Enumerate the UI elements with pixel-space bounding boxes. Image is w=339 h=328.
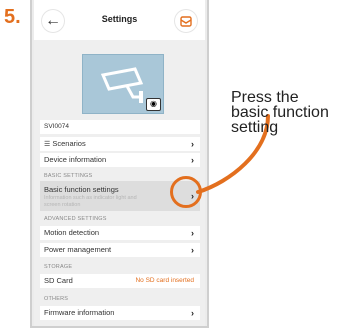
camera-image: ◉ <box>82 54 164 114</box>
chevron-right-icon: › <box>191 308 194 318</box>
box-icon <box>180 16 192 27</box>
firmware-information-row[interactable]: Firmware information › <box>40 306 200 320</box>
basic-function-description: Information such as indicator light and … <box>44 195 137 208</box>
scenarios-row[interactable]: ☰ Scenarios › <box>40 137 200 151</box>
section-storage: STORAGE <box>44 264 73 270</box>
top-bar: ← Settings <box>34 0 205 40</box>
scenarios-label: Scenarios <box>52 139 86 148</box>
power-management-label: Power management <box>44 245 112 254</box>
chevron-right-icon: › <box>191 245 194 255</box>
power-management-row[interactable]: Power management › <box>40 243 200 257</box>
annotation-text: Press the basic function setting <box>231 89 329 136</box>
motion-detection-label: Motion detection <box>44 228 100 237</box>
chevron-right-icon: › <box>191 228 194 238</box>
section-basic-settings: BASIC SETTINGS <box>44 173 93 179</box>
step-number: 5. <box>4 6 21 28</box>
phone-screen: ← Settings ◉ SVI0074 ☰ Scenarios › Devic… <box>30 0 209 328</box>
device-name-field: SVI0074 <box>40 120 200 134</box>
section-advanced-settings: ADVANCED SETTINGS <box>44 216 107 222</box>
device-box-button[interactable] <box>175 10 197 32</box>
scenarios-icon: ☰ <box>44 141 51 148</box>
firmware-information-label: Firmware information <box>44 308 115 317</box>
sd-card-status: No SD card inserted <box>135 277 194 284</box>
annotation-line-2: basic function <box>231 104 329 121</box>
device-information-label: Device information <box>44 155 107 164</box>
section-others: OTHERS <box>44 296 69 302</box>
sd-card-row[interactable]: SD Card No SD card inserted <box>40 274 200 288</box>
camera-snapshot-icon[interactable]: ◉ <box>146 98 161 111</box>
annotation-line-1: Press the <box>231 89 299 106</box>
sd-card-label: SD Card <box>44 276 73 285</box>
device-information-row[interactable]: Device information › <box>40 153 200 167</box>
settings-screen: ← Settings ◉ SVI0074 ☰ Scenarios › Devic… <box>34 0 205 326</box>
annotation-line-3: setting <box>231 119 279 136</box>
motion-detection-row[interactable]: Motion detection › <box>40 226 200 240</box>
